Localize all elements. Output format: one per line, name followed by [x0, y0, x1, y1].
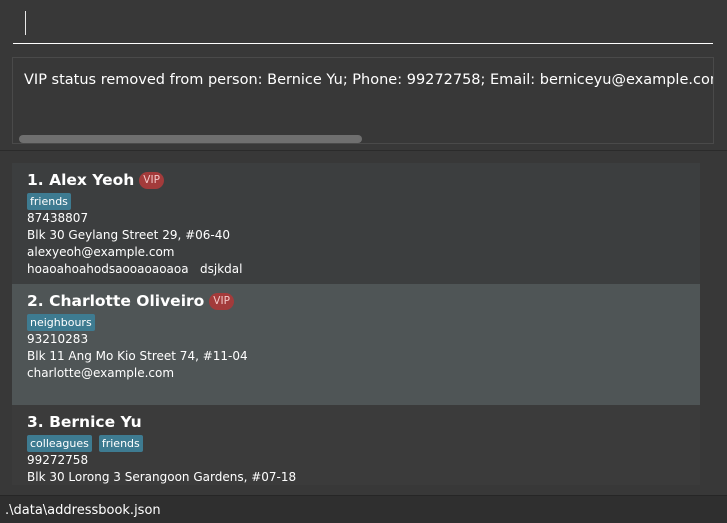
- result-horizontal-scrollbar[interactable]: [19, 135, 362, 143]
- person-list-area: 1. Alex Yeoh VIP friends 87438807 Blk 30…: [0, 151, 727, 495]
- person-card-2[interactable]: 2. Charlotte Oliveiro VIP neighbours 932…: [12, 284, 700, 405]
- person-phone: 87438807: [27, 211, 89, 225]
- person-name: 1. Alex Yeoh: [27, 171, 135, 189]
- person-address: Blk 30 Lorong 3 Serangoon Gardens, #07-1…: [27, 470, 297, 484]
- person-card-1[interactable]: 1. Alex Yeoh VIP friends 87438807 Blk 30…: [12, 163, 700, 284]
- person-phone: 93210283: [27, 332, 89, 346]
- person-phone: 99272758: [27, 453, 89, 467]
- tag-label: friends: [27, 193, 71, 210]
- person-name: 3. Bernice Yu: [27, 413, 142, 431]
- command-input[interactable]: [13, 4, 713, 44]
- result-display-area: VIP status removed from person: Bernice …: [0, 52, 727, 150]
- text-caret: [25, 11, 26, 35]
- result-message: VIP status removed from person: Bernice …: [24, 72, 714, 88]
- vip-badge: VIP: [139, 171, 164, 189]
- result-display[interactable]: VIP status removed from person: Bernice …: [12, 57, 714, 144]
- command-box-area: [0, 0, 727, 52]
- person-address: Blk 11 Ang Mo Kio Street 74, #11-04: [27, 349, 248, 363]
- vip-badge: VIP: [209, 292, 234, 310]
- person-address: Blk 30 Geylang Street 29, #06-40: [27, 228, 231, 242]
- tag-label: friends: [98, 435, 143, 452]
- tag-label: colleagues: [27, 435, 92, 452]
- person-email: charlotte@example.com: [27, 366, 175, 380]
- tag-label: neighbours: [27, 314, 95, 331]
- person-remark: hoaoahoahodsaooaoaoaoa dsjkdal: [27, 262, 243, 276]
- save-location: .\data\addressbook.json: [5, 503, 161, 518]
- person-card-3[interactable]: 3. Bernice Yu colleagues friends 9927275…: [12, 405, 700, 485]
- person-name: 2. Charlotte Oliveiro: [27, 292, 205, 310]
- status-bar: .\data\addressbook.json: [0, 495, 727, 523]
- person-email: alexyeoh@example.com: [27, 245, 175, 259]
- person-list[interactable]: 1. Alex Yeoh VIP friends 87438807 Blk 30…: [12, 163, 714, 485]
- list-scroll-track[interactable]: [712, 163, 714, 485]
